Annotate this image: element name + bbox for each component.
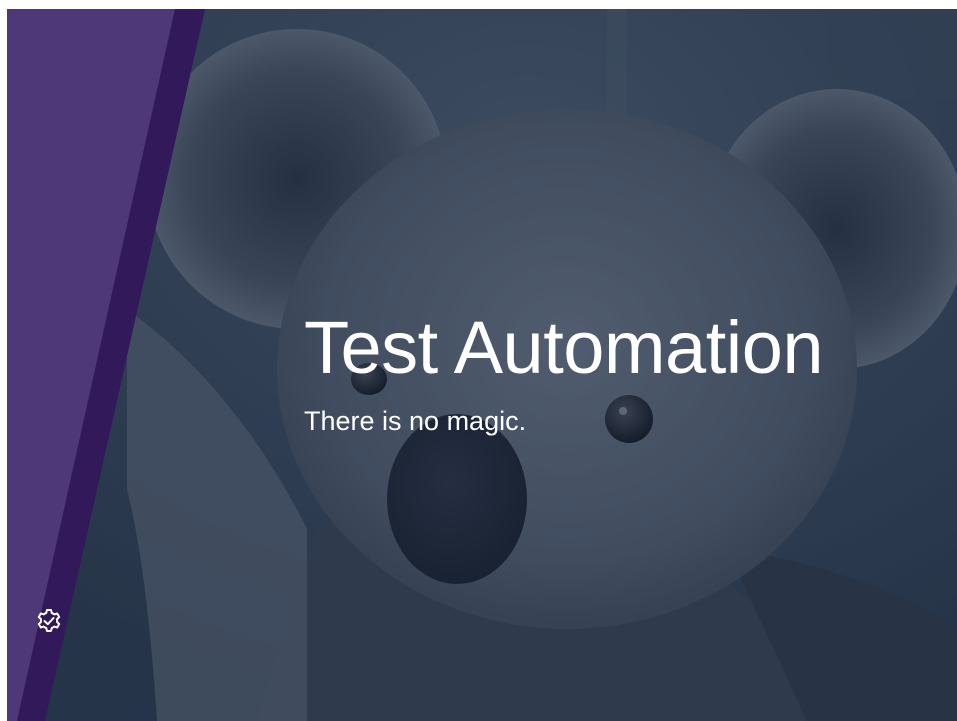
slide-title: Test Automation [304, 306, 824, 389]
gear-check-icon [37, 609, 61, 632]
slide-subtitle: There is no magic. [304, 406, 527, 436]
title-slide: Test Automation There is no magic. [7, 9, 957, 721]
